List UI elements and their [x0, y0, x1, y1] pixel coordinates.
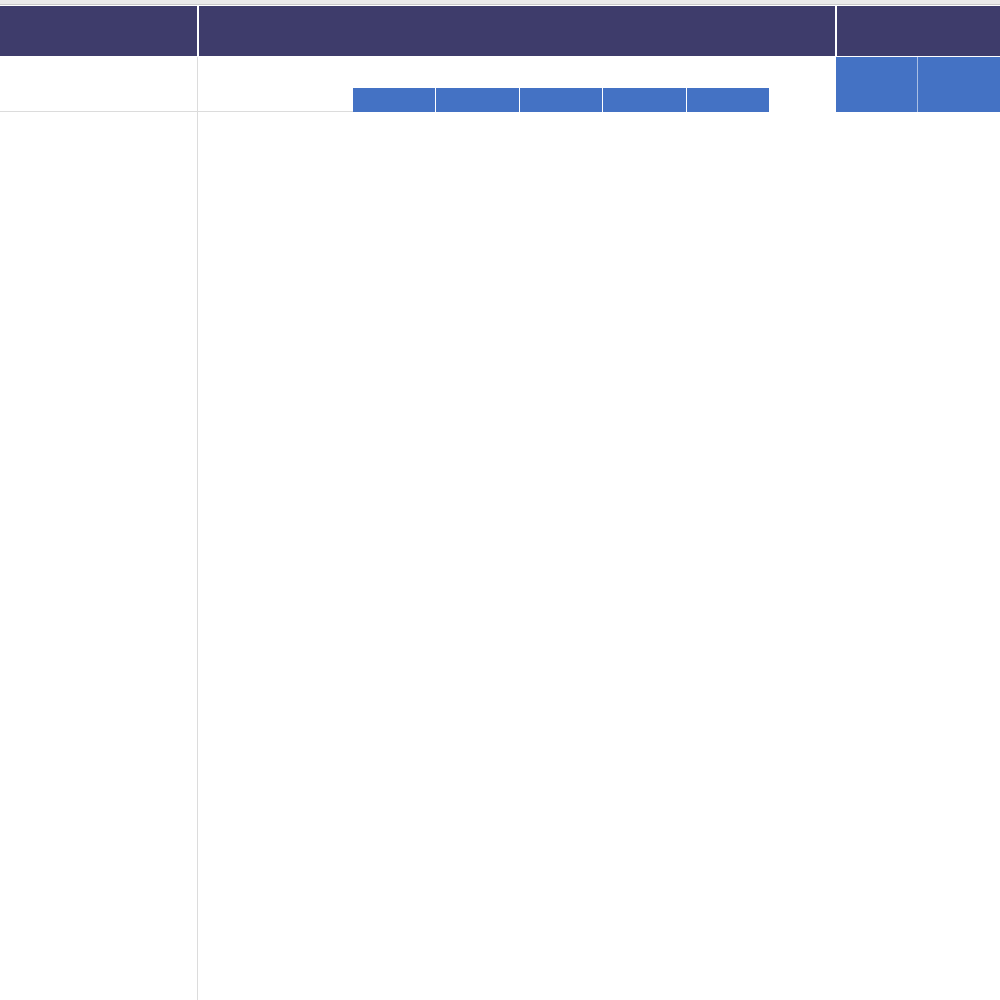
year-header-2026[interactable]: [520, 88, 603, 112]
bs-date-header-2[interactable]: [918, 57, 1000, 87]
title-band-left: [0, 6, 197, 56]
year-header-2025[interactable]: [436, 88, 519, 112]
column-gridline: [197, 57, 198, 1000]
year-header-2028[interactable]: [687, 88, 770, 112]
balance-sheet-header: [836, 57, 1000, 112]
row-gridline: [0, 111, 353, 112]
bs-period-index-1[interactable]: [836, 87, 918, 112]
bs-date-header-1[interactable]: [836, 57, 918, 87]
bs-period-index-2[interactable]: [918, 87, 1000, 112]
year-header-row: [353, 88, 770, 112]
spreadsheet: [0, 0, 1000, 1000]
year-header-2024[interactable]: [353, 88, 436, 112]
tab-balance-sheet[interactable]: [837, 6, 1000, 56]
year-header-2027[interactable]: [603, 88, 686, 112]
tab-cash-flow-statement[interactable]: [400, 6, 810, 56]
column-header-strip: [0, 0, 1000, 5]
tab-income-statement[interactable]: [199, 6, 355, 56]
